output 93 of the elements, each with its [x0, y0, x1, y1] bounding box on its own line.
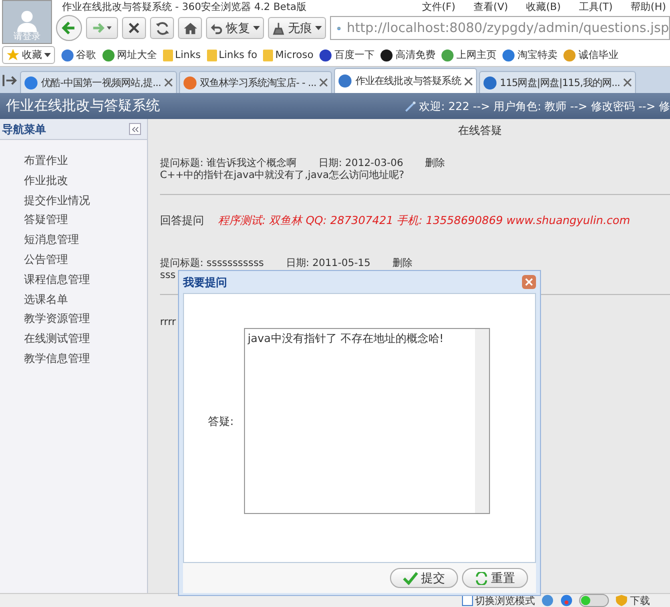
bookmark-link[interactable]: Microso: [263, 48, 314, 62]
undo-arrow-icon: [210, 22, 223, 34]
tab-label: 双鱼林学习系统淘宝店- - ...: [200, 76, 316, 90]
menu-item[interactable]: 文件(F): [422, 0, 456, 13]
refresh-button[interactable]: [150, 17, 174, 39]
answer-label: 回答提问: [160, 213, 204, 228]
site-icon: [182, 76, 197, 90]
switch-icon[interactable]: [579, 594, 609, 607]
refresh-icon: [154, 20, 170, 36]
broom-icon: [272, 22, 285, 34]
sidebar-title: 导航菜单: [2, 122, 46, 136]
window-title: 作业在线批改与答疑系统 - 360安全浏览器 4.2 Beta版: [62, 0, 306, 13]
question-title: 提问标题: 谁告诉我这个概念啊: [160, 158, 297, 170]
browser-tab[interactable]: 双鱼林学习系统淘宝店- - ...: [178, 71, 332, 93]
delete-link[interactable]: 删除: [425, 158, 446, 170]
sidebar-item[interactable]: 提交作业情况: [24, 192, 147, 208]
bookmark-link[interactable]: 诚信毕业: [563, 48, 618, 62]
answer-textarea[interactable]: java中没有指针了 不存在地址的概念哈!: [244, 328, 490, 514]
tab-label: 优酷-中国第一视频网站,提...: [41, 76, 161, 90]
bookmark-link[interactable]: 高清免费: [380, 48, 436, 62]
double-chevron-icon: [131, 126, 139, 132]
sidebar-item[interactable]: 在线测试管理: [24, 331, 147, 347]
site-icon: [24, 76, 38, 90]
browser-tab[interactable]: 115网盘|网盘|115,我的网...: [478, 71, 636, 93]
star-icon: [6, 48, 20, 62]
bookmark-link[interactable]: 淘宝特卖: [502, 48, 558, 62]
menu-item[interactable]: 查看(V): [473, 0, 508, 13]
download-button[interactable]: 下载: [615, 594, 650, 607]
download-shield-icon: [615, 594, 628, 607]
browser-tab[interactable]: 优酷-中国第一视频网站,提...: [20, 71, 177, 93]
sidebar-item[interactable]: 答疑管理: [24, 212, 147, 228]
question-date: 日期: 2011-05-15: [286, 258, 371, 270]
close-icon[interactable]: [319, 78, 328, 87]
app-title: 作业在线批改与答疑系统: [6, 97, 160, 115]
bookmark-link[interactable]: 网址大全: [102, 48, 157, 62]
close-button[interactable]: [522, 275, 536, 289]
sidebar-item[interactable]: 作业批改: [24, 172, 147, 189]
home-button[interactable]: [178, 17, 202, 39]
question-title: 提问标题: sssssssssss: [160, 258, 264, 270]
stop-button[interactable]: [122, 17, 146, 39]
browser-tab[interactable]: 作业在线批改与答疑系统: [334, 68, 477, 93]
question-content: C++中的指针在java中就没有了,java怎么访问地址呢?: [160, 170, 406, 182]
field-label: 答疑:: [208, 414, 234, 428]
browse-mode-toggle[interactable]: 切换浏览模式: [462, 594, 535, 607]
close-icon[interactable]: [464, 76, 473, 86]
menu-item[interactable]: 工具(T): [578, 0, 613, 13]
close-icon[interactable]: [164, 78, 173, 87]
address-text: http://localhost:8080/zypgdy/admin/questions.jsp: [346, 20, 669, 36]
tab-label: 115网盘|网盘|115,我的网...: [500, 76, 620, 90]
promo-text: 程序测试: 双鱼林 QQ: 287307421 手机: 13558690869 www.shuangyulin.com: [218, 213, 630, 228]
restore-button[interactable]: 恢复: [206, 17, 264, 39]
close-icon: [127, 21, 141, 35]
refresh-icon: [475, 572, 488, 584]
sidebar-toggle-icon[interactable]: [2, 74, 18, 86]
private-mode-button[interactable]: 无痕: [268, 17, 326, 39]
back-button[interactable]: [56, 15, 82, 41]
sidebar-item[interactable]: 公告管理: [24, 252, 147, 268]
tab-label: 作业在线批改与答疑系统: [355, 74, 461, 88]
sidebar-item[interactable]: 教学信息管理: [24, 350, 147, 367]
collapse-button[interactable]: [129, 123, 141, 135]
address-bar[interactable]: http://localhost:8080/zypgdy/admin/questions.jsp: [330, 16, 670, 40]
close-icon[interactable]: [622, 78, 632, 87]
bookmark-link[interactable]: Links: [163, 48, 201, 62]
user-info: 欢迎: 222 --> 用户角色: 教师 --> 修改密码 --> 修: [405, 98, 670, 114]
answer-text: rrrr: [160, 317, 177, 328]
bookmark-link[interactable]: 上网主页: [441, 48, 496, 62]
bookmark-link[interactable]: 百度一下: [319, 48, 374, 62]
site-icon: [482, 76, 497, 90]
delete-link[interactable]: 删除: [392, 258, 413, 270]
dropdown-caret-icon: [44, 52, 51, 58]
question-date: 日期: 2012-03-06: [318, 158, 404, 170]
checkmark-icon: [403, 572, 418, 584]
site-icon: [338, 74, 352, 88]
menu-item[interactable]: 收藏(B): [526, 0, 561, 13]
dialog-title: 我要提问: [183, 274, 227, 290]
sidebar-item[interactable]: 布置作业: [24, 153, 147, 169]
dropdown-caret-icon: [253, 26, 260, 30]
page-title: 在线答疑: [457, 123, 503, 138]
bookmark-link[interactable]: 谷歌: [61, 48, 96, 62]
home-icon: [182, 20, 198, 36]
sidebar-item[interactable]: 课程信息管理: [24, 272, 147, 288]
sidebar-item[interactable]: 选课名单: [24, 292, 147, 308]
window-icon: [462, 595, 473, 606]
dropdown-caret-icon: [315, 26, 322, 30]
bookmark-link[interactable]: Links fo: [206, 48, 258, 62]
reset-button[interactable]: 重置: [462, 568, 528, 588]
wand-icon: [405, 100, 416, 112]
close-icon: [525, 278, 533, 286]
favorites-button[interactable]: 收藏: [2, 46, 55, 64]
sidebar-item[interactable]: 教学资源管理: [24, 311, 147, 328]
sidebar-item[interactable]: 短消息管理: [24, 232, 147, 248]
menu-item[interactable]: 帮助(H): [630, 0, 666, 13]
submit-button[interactable]: 提交: [390, 568, 458, 588]
